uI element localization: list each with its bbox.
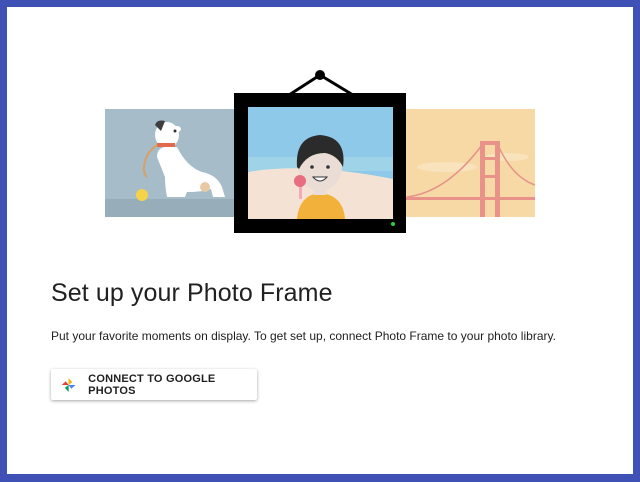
page-subtitle: Put your favorite moments on display. To…: [51, 329, 556, 343]
bridge-photo-panel: [399, 109, 536, 217]
hero-illustration: [105, 70, 536, 233]
setup-card: Set up your Photo Frame Put your favorit…: [7, 7, 633, 474]
dog-photo-panel: [105, 109, 241, 217]
page-title: Set up your Photo Frame: [51, 279, 333, 307]
connect-google-photos-button[interactable]: CONNECT TO GOOGLE PHOTOS: [51, 369, 257, 400]
photo-frame-device: [234, 70, 406, 233]
connect-button-label: CONNECT TO GOOGLE PHOTOS: [88, 372, 216, 397]
google-photos-icon: [61, 377, 76, 392]
